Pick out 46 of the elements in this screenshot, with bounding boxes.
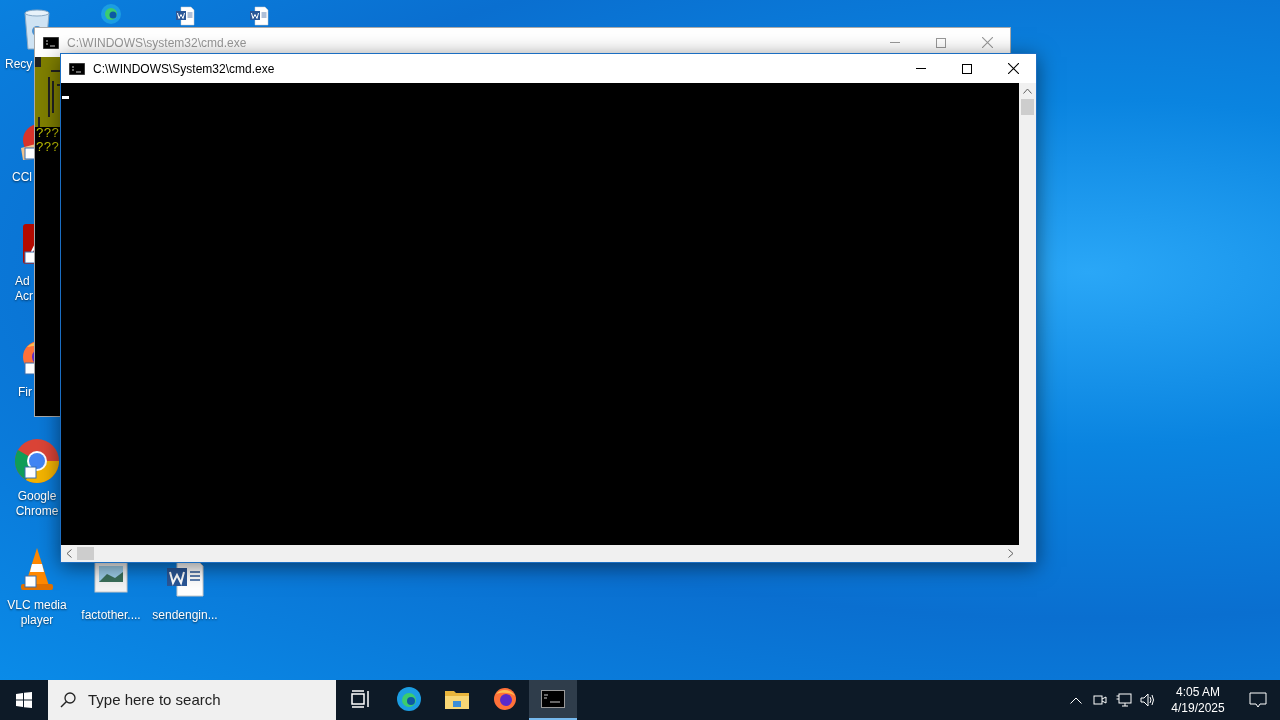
window-title: C:\WINDOWS\system32\cmd.exe: [67, 34, 247, 52]
desktop-icon-label[interactable]: Ad Acr: [15, 274, 33, 304]
desktop-icon-label[interactable]: Google Chrome: [15, 489, 59, 519]
console-icon: [541, 690, 565, 708]
window-title: C:\WINDOWS\System32\cmd.exe: [93, 60, 275, 78]
close-icon: [981, 37, 993, 48]
firefox-icon: [493, 687, 517, 711]
search-icon: [60, 692, 76, 708]
console-art-drawing: [35, 57, 61, 127]
scroll-right-icon: [1008, 549, 1014, 558]
clock[interactable]: 4:05 AM 4/19/2025: [1160, 680, 1236, 720]
taskbar-app[interactable]: [529, 680, 577, 720]
network-icon: [1116, 693, 1132, 707]
notification-icon: [1249, 692, 1267, 708]
console-line: ???: [35, 127, 61, 141]
windows-logo-icon: [16, 692, 32, 708]
desktop-icon-label[interactable]: VLC media player: [7, 598, 67, 628]
folder-icon: [445, 689, 469, 709]
scroll-up-icon: [1023, 88, 1032, 94]
horizontal-scrollbar[interactable]: [61, 545, 1036, 562]
task-view-icon: [351, 690, 371, 708]
scroll-left-icon: [66, 549, 72, 558]
desktop-icon-label[interactable]: CCl: [12, 170, 32, 185]
camera-icon: [1093, 693, 1107, 707]
scroll-thumb[interactable]: [1021, 99, 1034, 115]
chevron-up-icon: [1070, 696, 1082, 704]
desktop-icon-label[interactable]: Fir: [18, 385, 32, 400]
close-icon: [1007, 63, 1019, 74]
desktop-icon-label[interactable]: Recy: [5, 57, 33, 72]
chrome-icon: [13, 437, 61, 485]
console-icon: [69, 62, 85, 75]
scroll-thumb[interactable]: [77, 547, 94, 560]
desktop-icon-label[interactable]: sendengin...: [152, 608, 218, 623]
text-cursor: [62, 96, 69, 99]
edge-icon: [396, 686, 422, 712]
search-field[interactable]: Type here to search: [48, 680, 336, 720]
minimize-icon: [916, 68, 926, 69]
search-input[interactable]: Type here to search: [88, 688, 308, 712]
vertical-scrollbar[interactable]: [1019, 83, 1036, 545]
maximize-icon: [936, 37, 946, 48]
desktop-icon-label[interactable]: factother....: [81, 608, 141, 623]
console-icon: [43, 36, 59, 49]
speaker-icon: [1140, 693, 1156, 707]
minimize-icon: [890, 42, 900, 43]
maximize-icon: [962, 63, 972, 74]
console-line: ???: [35, 141, 61, 155]
